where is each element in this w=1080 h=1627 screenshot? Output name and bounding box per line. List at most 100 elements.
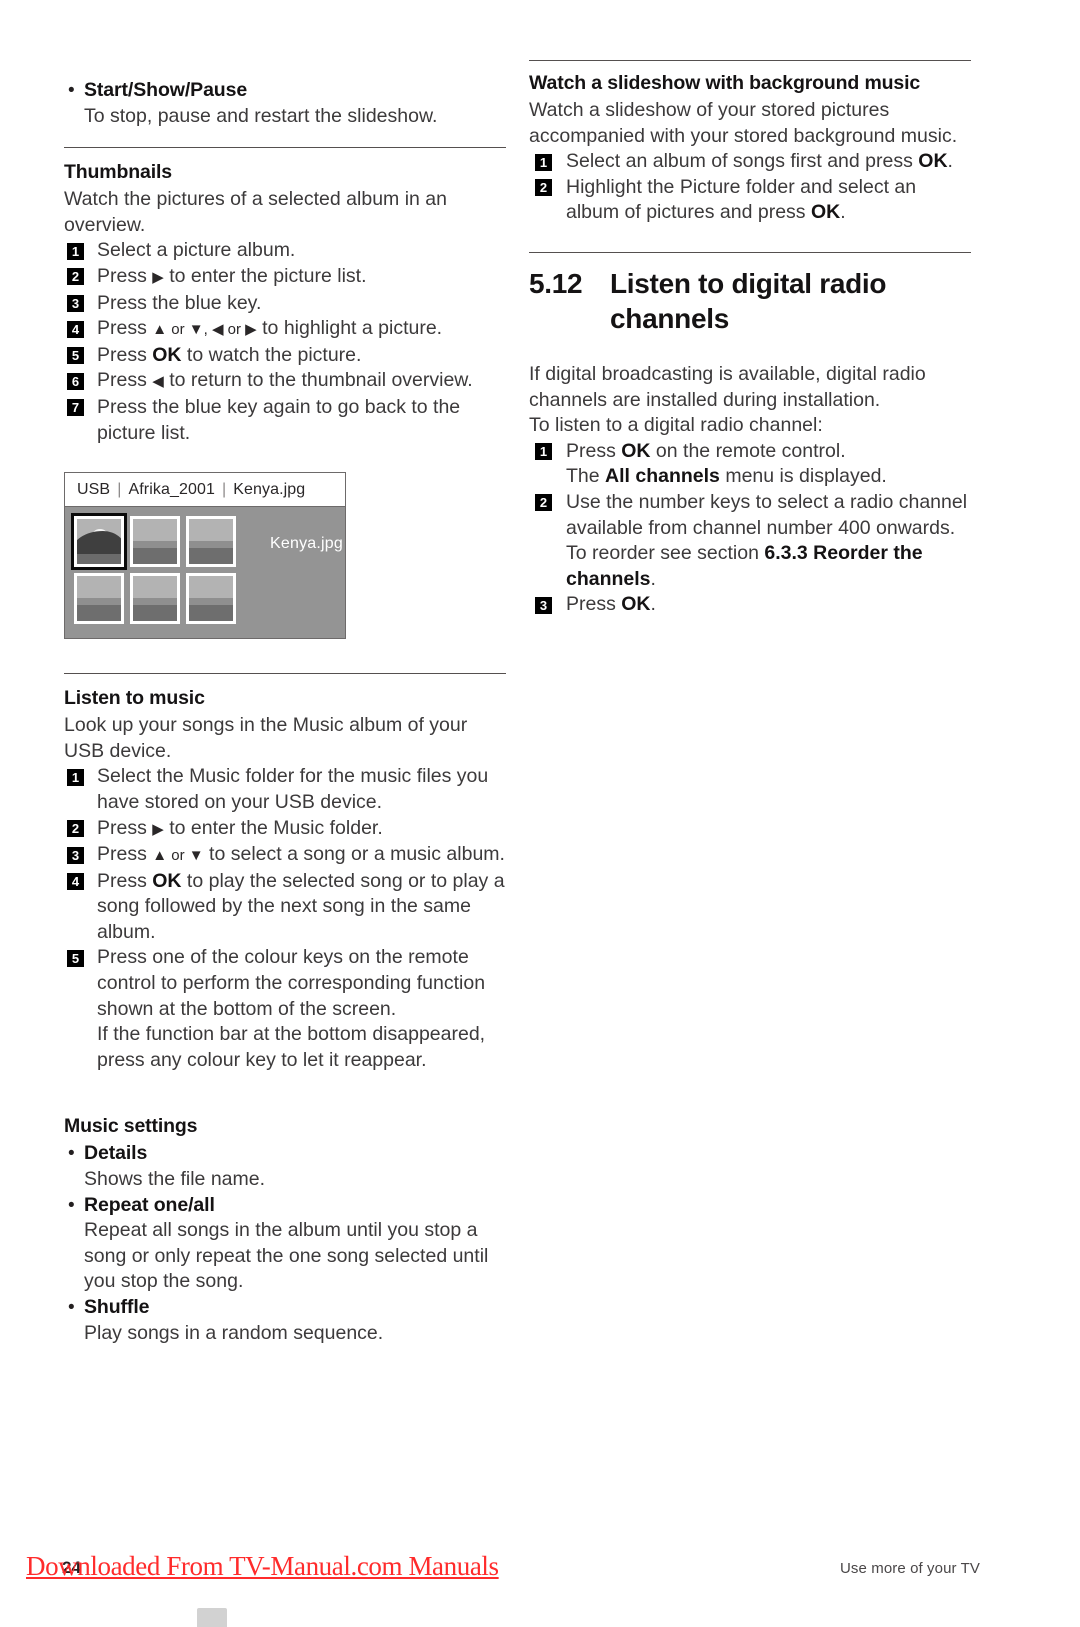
step-number: 1 (535, 443, 552, 461)
thumb-land (189, 605, 233, 622)
step-text: Press (97, 369, 153, 392)
listen-to-music-intro: Look up your songs in the Music album of… (64, 714, 468, 762)
thumbnail-item (74, 573, 124, 625)
start-show-pause-desc: To stop, pause and restart the slideshow… (84, 104, 438, 127)
arrow-keys-icon: ▲ or ▼, ◀ or ▶ (152, 321, 257, 339)
step-text-2: on the remote control. (650, 439, 846, 462)
step-number: 3 (535, 596, 552, 614)
step-item: 3 Press ▲ or ▼ to select a song or a mus… (64, 842, 506, 869)
breadcrumb-device: USB (77, 480, 111, 498)
step-subline: To reorder see section 6.3.3 Reorder the… (566, 541, 971, 592)
figure-thumbnail-area: Kenya.jpg (65, 507, 345, 639)
left-column: • Start/Show/Pause To stop, pause and re… (64, 78, 506, 1346)
step-item: 6 Press ◀ to return to the thumbnail ove… (64, 368, 506, 395)
start-show-pause-list: • Start/Show/Pause To stop, pause and re… (64, 78, 506, 129)
step-number: 1 (67, 768, 84, 786)
thumbnails-heading: Thumbnails (64, 161, 172, 184)
step-number: 4 (67, 320, 84, 338)
step-text: Select an album of songs first and press (566, 150, 919, 173)
slideshow-music-heading: Watch a slideshow with background music (529, 72, 921, 94)
thumb-mid (77, 597, 121, 606)
thumbnail-grid (71, 513, 236, 638)
thumb-land (133, 548, 177, 565)
setting-desc: Play songs in a random sequence. (84, 1321, 384, 1344)
step-text-extra: If the function bar at the bottom disapp… (97, 1023, 486, 1071)
music-settings-heading: Music settings (64, 1115, 198, 1138)
slideshow-music-steps: 1 Select an album of songs first and pre… (529, 149, 971, 226)
slideshow-music-intro: Watch a slideshow of your stored picture… (529, 99, 958, 147)
list-item: • Shuffle Play songs in a random sequenc… (64, 1295, 506, 1346)
section-intro-1: If digital broadcasting is available, di… (529, 362, 926, 411)
thumb-mid (133, 540, 177, 549)
thumb-mid (189, 597, 233, 606)
step-number: 2 (535, 179, 552, 197)
step-text-2: to select a song or a music album. (203, 843, 505, 866)
step-item: 3 Press OK. (529, 592, 971, 618)
step-number: 7 (67, 399, 84, 417)
listen-to-music-heading: Listen to music (64, 687, 205, 710)
subline-pre: The (566, 465, 606, 488)
figure-file-label: Kenya.jpg (270, 535, 343, 553)
thumb-sky (189, 576, 233, 598)
breadcrumb-separator-icon: | (221, 480, 227, 498)
step-item: 1 Select a picture album. (64, 238, 506, 264)
thumb-mid (133, 597, 177, 606)
step-number: 2 (67, 820, 84, 837)
document-page: • Start/Show/Pause To stop, pause and re… (0, 0, 1080, 1627)
section-intro-2: To listen to a digital radio channel: (529, 414, 823, 437)
breadcrumb-separator-icon: | (117, 480, 122, 498)
step-text: Use the number keys to select a radio ch… (566, 490, 968, 539)
figure-breadcrumb: USB | Afrika_2001 | Kenya.jpg (65, 473, 345, 508)
subline-post: menu is displayed. (719, 465, 887, 488)
step-text-2: to highlight a picture. (256, 317, 443, 340)
setting-label: Shuffle (84, 1296, 150, 1318)
step-text-2: to return to the thumbnail overview. (163, 369, 473, 392)
subline-post: . (650, 567, 656, 590)
section-title: Listen to digital radio channels (610, 267, 887, 334)
step-text: Press (97, 843, 153, 866)
step-item: 2 Press ▶ to enter the Music folder. (64, 816, 506, 843)
thumb-sky (133, 519, 177, 541)
step-text-2: to enter the Music folder. (163, 816, 383, 839)
step-text: Press (97, 869, 153, 892)
thumbnails-intro: Watch the pictures of a selected album i… (64, 188, 447, 236)
thumb-land (189, 548, 233, 565)
step-text: Press (97, 264, 153, 287)
ok-key-label: OK (621, 593, 651, 616)
watermark-link[interactable]: Downloaded From TV-Manual.com Manuals (26, 1551, 499, 1582)
step-number: 3 (67, 295, 84, 313)
list-item: • Start/Show/Pause To stop, pause and re… (64, 78, 506, 129)
step-text: Select the Music folder for the music fi… (97, 765, 489, 813)
thumb-sky (77, 576, 121, 598)
ok-key-label: OK (621, 439, 651, 462)
bullet-icon: • (68, 80, 75, 101)
setting-desc: Shows the file name. (84, 1168, 266, 1191)
ok-key-label: OK (810, 201, 841, 224)
thumb-mid (189, 540, 233, 549)
subline-pre: To reorder see section (566, 542, 765, 565)
step-number: 6 (67, 372, 84, 390)
step-number: 4 (67, 873, 84, 891)
step-text: Select a picture album. (97, 239, 296, 262)
divider (529, 251, 971, 253)
bullet-icon: • (68, 1194, 75, 1216)
arrow-updown-icon: ▲ or ▼ (152, 847, 204, 865)
step-text: Press (97, 343, 153, 366)
start-show-pause-label: Start/Show/Pause (84, 79, 248, 101)
step-number: 2 (67, 268, 84, 286)
thumb-land (77, 605, 121, 622)
step-text-2: . (840, 201, 846, 224)
listen-to-music-steps: 1 Select the Music folder for the music … (64, 764, 506, 1073)
step-number: 2 (535, 494, 552, 512)
step-item: 1 Press OK on the remote control. The Al… (529, 439, 971, 490)
step-item: 1 Select an album of songs first and pre… (529, 149, 971, 175)
step-text: Press one of the colour keys on the remo… (97, 946, 486, 1020)
step-text: Highlight the Picture folder and select … (566, 175, 917, 224)
step-number: 1 (535, 153, 552, 171)
footer-chapter-label: Use more of your TV (839, 1560, 980, 1577)
thumbnail-selected (71, 513, 127, 571)
step-text-2: to enter the picture list. (163, 264, 367, 287)
step-text: Press (97, 816, 153, 839)
bullet-icon: • (68, 1297, 75, 1318)
step-item: 3 Press the blue key. (64, 291, 506, 317)
